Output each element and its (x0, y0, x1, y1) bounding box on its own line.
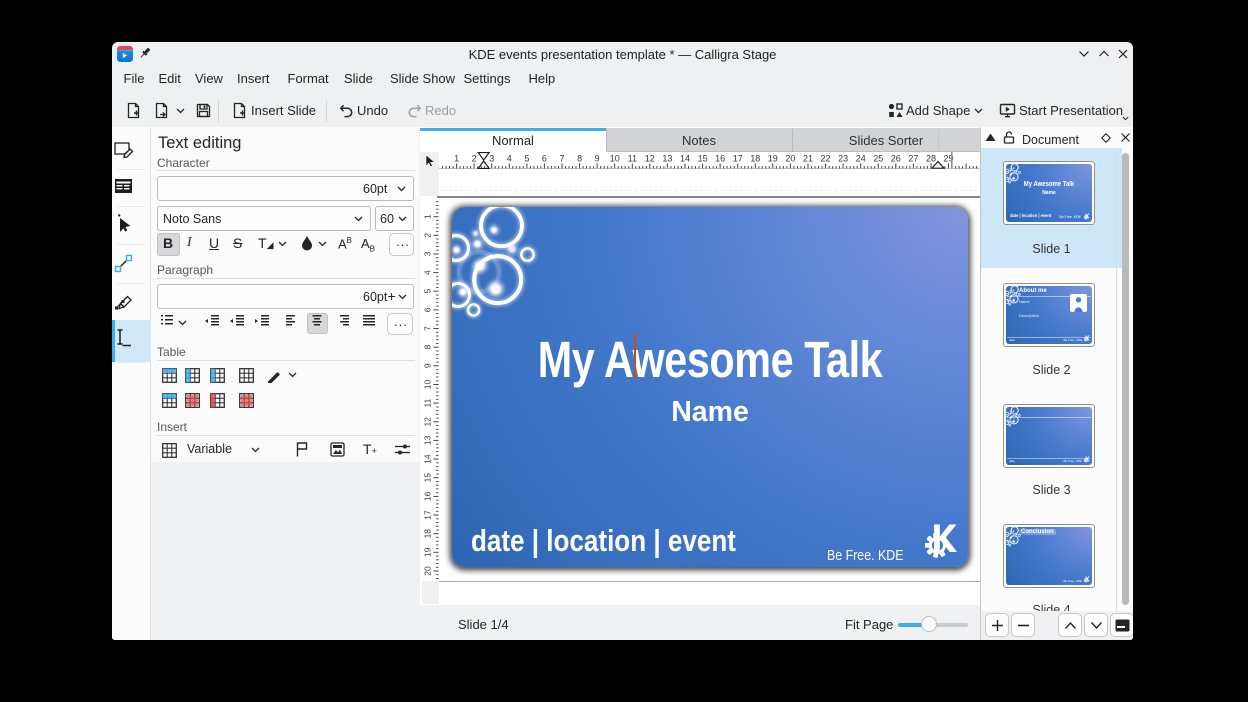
svg-text:9: 9 (595, 154, 600, 164)
svg-text:2: 2 (472, 154, 477, 164)
svg-text:12: 12 (423, 416, 433, 426)
svg-text:4: 4 (507, 154, 512, 164)
svg-text:6: 6 (542, 154, 547, 164)
svg-text:15: 15 (698, 154, 708, 164)
svg-text:11: 11 (423, 398, 433, 407)
svg-text:14: 14 (680, 154, 690, 164)
svg-text:12: 12 (645, 154, 655, 164)
svg-text:6: 6 (423, 307, 433, 312)
svg-text:27: 27 (908, 154, 918, 164)
svg-text:2: 2 (423, 232, 433, 237)
svg-text:18: 18 (423, 528, 433, 538)
svg-text:19: 19 (768, 154, 778, 164)
svg-text:5: 5 (423, 288, 433, 293)
svg-text:10: 10 (423, 379, 433, 389)
svg-text:25: 25 (873, 154, 883, 164)
svg-text:22: 22 (820, 154, 830, 164)
svg-text:19: 19 (423, 547, 433, 557)
svg-text:7: 7 (423, 325, 433, 330)
svg-text:3: 3 (489, 154, 494, 164)
svg-text:13: 13 (423, 435, 433, 445)
svg-text:4: 4 (423, 269, 433, 274)
svg-text:14: 14 (423, 454, 433, 464)
svg-text:18: 18 (750, 154, 760, 164)
svg-text:24: 24 (856, 154, 866, 164)
svg-text:21: 21 (803, 154, 813, 164)
svg-text:16: 16 (715, 154, 725, 164)
svg-text:1: 1 (454, 154, 459, 164)
svg-text:15: 15 (423, 472, 433, 482)
svg-text:5: 5 (524, 154, 529, 164)
svg-text:10: 10 (610, 154, 620, 164)
svg-text:17: 17 (423, 510, 433, 520)
svg-text:13: 13 (662, 154, 672, 164)
svg-text:1: 1 (423, 214, 433, 219)
svg-text:7: 7 (559, 154, 564, 164)
svg-text:3: 3 (423, 251, 433, 256)
svg-text:17: 17 (733, 154, 743, 164)
svg-text:8: 8 (423, 344, 433, 349)
svg-text:23: 23 (838, 154, 848, 164)
svg-text:28: 28 (926, 154, 936, 164)
svg-text:26: 26 (891, 154, 901, 164)
svg-text:8: 8 (577, 154, 582, 164)
svg-text:11: 11 (628, 154, 637, 164)
svg-text:20: 20 (423, 566, 433, 576)
svg-text:9: 9 (423, 363, 433, 368)
svg-text:20: 20 (785, 154, 795, 164)
svg-text:16: 16 (423, 491, 433, 501)
